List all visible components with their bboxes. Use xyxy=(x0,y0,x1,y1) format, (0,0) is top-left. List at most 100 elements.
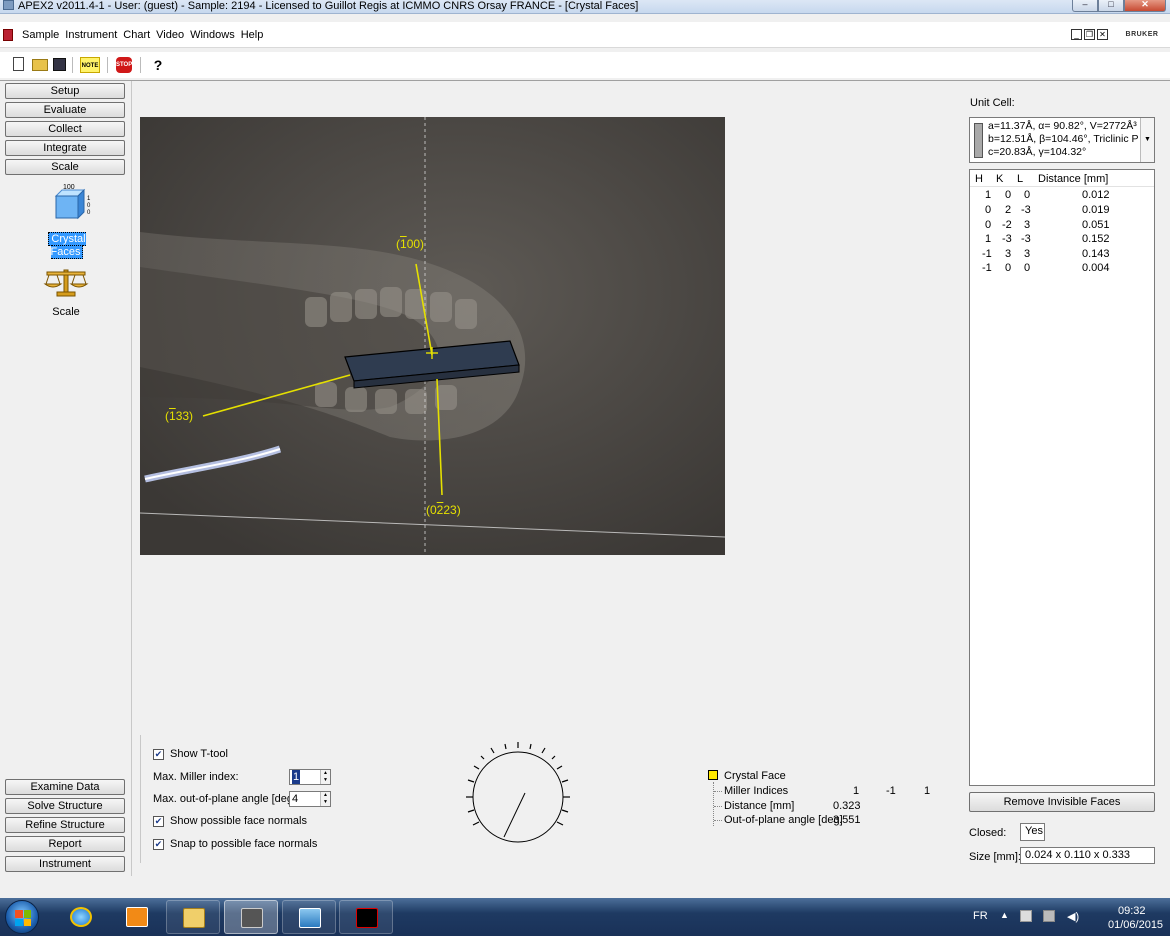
checkbox-box[interactable]: ✔ xyxy=(153,815,164,827)
faces-table[interactable]: H K L Distance [mm] 1 0 0 0.012 0 2 -3 0… xyxy=(969,169,1155,786)
structure-app-icon xyxy=(356,908,378,928)
action-center-icon[interactable] xyxy=(1020,910,1032,922)
taskbar-explorer[interactable] xyxy=(166,900,220,934)
tray-arrow-icon[interactable]: ▲ xyxy=(1000,910,1009,920)
table-row[interactable]: 0 2 -3 0.019 xyxy=(970,203,1154,217)
cube-label-top: 100 xyxy=(63,184,75,191)
save-icon[interactable] xyxy=(53,58,66,71)
start-button[interactable] xyxy=(5,900,39,934)
flag-quad xyxy=(23,918,31,926)
taskbar-media[interactable] xyxy=(110,900,164,934)
stepper-arrows-icon[interactable]: ▲ ▼ xyxy=(320,770,330,784)
dial-tick xyxy=(529,743,532,750)
scale-right-pan xyxy=(69,283,89,288)
cell-k: 0 xyxy=(1005,189,1012,201)
open-folder-icon[interactable] xyxy=(32,59,48,71)
nav-evaluate-button[interactable]: Evaluate xyxy=(5,102,125,118)
clock-time[interactable]: 09:32 xyxy=(1118,905,1146,917)
cell-k: 3 xyxy=(1005,248,1012,260)
window-title: APEX2 v2011.4-1 - User: (guest) - Sample… xyxy=(3,0,638,13)
menu-help[interactable]: Help xyxy=(238,28,267,42)
close-button[interactable]: ✕ xyxy=(1124,0,1166,12)
plugin-scale[interactable]: Scale xyxy=(36,266,96,319)
note-button[interactable]: NOTE xyxy=(80,57,100,73)
menu-windows[interactable]: Windows xyxy=(187,28,238,42)
crystal-face-swatch xyxy=(708,770,718,780)
plugin-crystal-faces[interactable]: 100 1 0 0 Crystal Faces xyxy=(34,184,100,259)
crystal-video-view[interactable]: (100) (133) (0223) xyxy=(140,117,725,555)
dropdown-arrow-icon[interactable]: ▼ xyxy=(1140,118,1154,162)
dial-tick xyxy=(561,809,569,813)
crystal-image-svg xyxy=(140,117,725,555)
table-row[interactable]: 0 -2 3 0.051 xyxy=(970,218,1154,232)
miller-k: -1 xyxy=(886,785,896,797)
col-k[interactable]: K xyxy=(996,172,1003,186)
rotation-dial[interactable] xyxy=(459,740,579,850)
checkbox-box[interactable]: ✔ xyxy=(153,748,164,760)
window-title-text: APEX2 v2011.4-1 - User: (guest) - Sample… xyxy=(18,0,639,12)
nav-refine-structure-button[interactable]: Refine Structure xyxy=(5,817,125,833)
minimize-button[interactable]: – xyxy=(1072,0,1098,12)
new-file-icon[interactable] xyxy=(13,57,24,71)
nav-setup-button[interactable]: Setup xyxy=(5,83,125,99)
face-label-100-bar: 1 xyxy=(400,237,407,251)
nav-collect-button[interactable]: Collect xyxy=(5,121,125,137)
mdi-restore-button[interactable]: ❐ xyxy=(1084,29,1095,40)
maximize-button[interactable]: □ xyxy=(1098,0,1124,12)
stop-button[interactable]: STOP xyxy=(116,57,132,73)
cell-distance: 0.143 xyxy=(1082,248,1110,260)
menu-instrument[interactable]: Instrument xyxy=(62,28,120,42)
show-normals-label: Show possible face normals xyxy=(170,815,307,827)
grain xyxy=(305,297,327,327)
unit-cell-dropdown[interactable]: a=11.37Å, α= 90.82°, V=2772Å³ b=12.51Å, … xyxy=(969,117,1155,163)
clock-date[interactable]: 01/06/2015 xyxy=(1108,919,1163,931)
nav-scale-button[interactable]: Scale xyxy=(5,159,125,175)
taskbar-pictures[interactable] xyxy=(282,900,336,934)
checkbox-box[interactable]: ✔ xyxy=(153,838,164,850)
table-row[interactable]: -1 0 0 0.004 xyxy=(970,261,1154,275)
face-label-023: (0223) xyxy=(426,503,461,517)
miller-l: 1 xyxy=(924,785,931,797)
unit-cell-line-b: b=12.51Å, β=104.46°, Triclinic P xyxy=(988,133,1138,145)
bruker-logo: BRUKER xyxy=(1125,31,1159,38)
table-row[interactable]: -1 3 3 0.143 xyxy=(970,247,1154,261)
col-distance[interactable]: Distance [mm] xyxy=(1038,172,1108,186)
nav-integrate-button[interactable]: Integrate xyxy=(5,140,125,156)
snap-normals-checkbox[interactable]: ✔ Snap to possible face normals xyxy=(153,838,317,850)
mdi-minimize-button[interactable]: _ xyxy=(1071,29,1082,40)
cell-h: 1 xyxy=(985,233,992,245)
max-angle-stepper[interactable]: 4 ▲ ▼ xyxy=(289,791,331,807)
show-normals-checkbox[interactable]: ✔ Show possible face normals xyxy=(153,815,307,827)
show-ttool-checkbox[interactable]: ✔ Show T-tool xyxy=(153,748,228,760)
remove-invisible-faces-button[interactable]: Remove Invisible Faces xyxy=(969,792,1155,812)
nav-examine-data-button[interactable]: Examine Data xyxy=(5,779,125,795)
taskbar-app[interactable] xyxy=(339,900,393,934)
table-row[interactable]: 1 -3 -3 0.152 xyxy=(970,232,1154,246)
menu-sample[interactable]: Sample xyxy=(19,28,62,42)
max-angle-value[interactable]: 4 xyxy=(292,792,298,806)
col-l[interactable]: L xyxy=(1017,172,1023,186)
taskbar-ie[interactable] xyxy=(54,900,108,934)
cell-l: 3 xyxy=(1024,219,1031,231)
nav-instrument-button[interactable]: Instrument xyxy=(5,856,125,872)
table-row[interactable]: 1 0 0 0.012 xyxy=(970,188,1154,202)
col-h[interactable]: H xyxy=(975,172,983,186)
max-miller-value[interactable]: 1 xyxy=(292,770,301,784)
menu-video[interactable]: Video xyxy=(153,28,187,42)
dial-tick xyxy=(561,779,569,783)
context-help-icon[interactable]: ? xyxy=(150,57,166,73)
taskbar-apex2[interactable] xyxy=(224,900,278,934)
max-miller-stepper[interactable]: 1 ▲ ▼ xyxy=(289,769,331,785)
menu-chart[interactable]: Chart xyxy=(120,28,153,42)
unit-cell-lines: a=11.37Å, α= 90.82°, V=2772Å³ b=12.51Å, … xyxy=(988,120,1138,159)
stepper-arrows-icon[interactable]: ▲ ▼ xyxy=(320,792,330,806)
volume-icon[interactable]: ◀) xyxy=(1067,910,1079,923)
picture-viewer-icon xyxy=(299,908,321,928)
network-icon[interactable] xyxy=(1043,910,1055,922)
language-indicator[interactable]: FR xyxy=(973,910,988,922)
unit-cell-swatch xyxy=(974,123,983,158)
nav-solve-structure-button[interactable]: Solve Structure xyxy=(5,798,125,814)
system-tray: FR ▲ ◀) 09:32 01/06/2015 xyxy=(950,898,1170,936)
mdi-close-button[interactable]: ✕ xyxy=(1097,29,1108,40)
nav-report-button[interactable]: Report xyxy=(5,836,125,852)
